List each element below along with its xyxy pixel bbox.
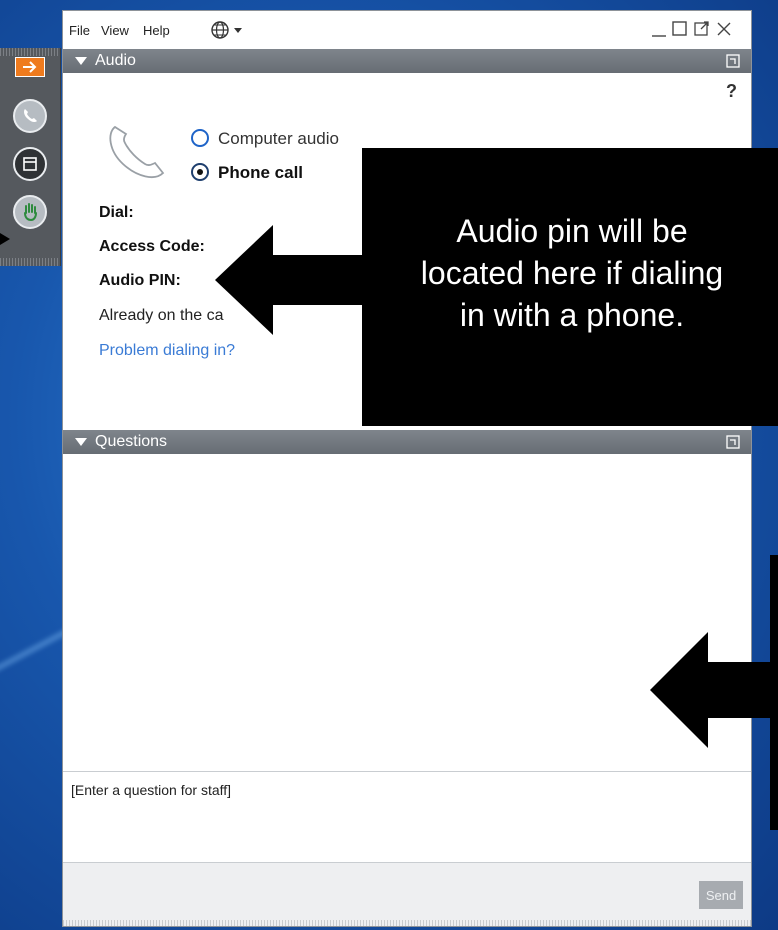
dock-grip-bottom[interactable]: [0, 258, 60, 266]
callout-arrow-left: [215, 225, 365, 335]
already-on-call-text: Already on the ca: [99, 307, 224, 324]
collapse-triangle-icon: [75, 57, 87, 65]
raise-hand-button[interactable]: [0, 190, 60, 234]
popout-icon[interactable]: [725, 434, 741, 450]
dashboard-button[interactable]: [0, 142, 60, 186]
questions-panel-header[interactable]: Questions: [63, 430, 751, 454]
question-input-placeholder: [Enter a question for staff]: [71, 782, 232, 798]
popout-icon[interactable]: [725, 53, 741, 69]
globe-icon: [211, 21, 242, 39]
questions-log: [63, 460, 751, 770]
dial-label: Dial:: [99, 204, 134, 221]
audio-pin-label: Audio PIN:: [99, 272, 181, 289]
access-code-label: Access Code:: [99, 238, 205, 255]
questions-callout-edge: [770, 555, 778, 830]
menu-file[interactable]: File: [69, 23, 90, 38]
menu-help[interactable]: Help: [143, 23, 170, 38]
phone-icon: [109, 125, 165, 178]
question-input[interactable]: [Enter a question for staff]: [63, 771, 751, 863]
audio-panel-title: Audio: [95, 52, 136, 69]
collapse-triangle-icon: [75, 438, 87, 446]
window-icon: [13, 147, 47, 181]
computer-audio-radio[interactable]: [191, 129, 209, 147]
language-menu[interactable]: [210, 19, 250, 44]
audio-pin-callout-text: Audio pin will be located here if dialin…: [420, 213, 724, 333]
questions-footer: Send: [63, 863, 751, 926]
computer-audio-label[interactable]: Computer audio: [218, 129, 339, 149]
audio-pin-callout: Audio pin will be located here if dialin…: [362, 148, 778, 426]
audio-panel-button[interactable]: [0, 94, 60, 138]
chevron-down-icon: [234, 28, 242, 33]
collapse-panel-button[interactable]: [0, 52, 60, 82]
menu-bar: File View Help: [63, 11, 751, 49]
raise-hand-icon: [13, 195, 47, 229]
phone-call-radio[interactable]: [191, 163, 209, 181]
send-button[interactable]: Send: [699, 881, 743, 909]
close-icon[interactable]: [715, 19, 733, 39]
callout-arrow-left-2: [650, 632, 778, 748]
window-resize-grip[interactable]: [63, 920, 751, 926]
problem-dialing-link[interactable]: Problem dialing in?: [99, 342, 235, 360]
audio-help-button[interactable]: ?: [726, 81, 737, 102]
minimize-icon[interactable]: [651, 19, 667, 39]
arrow-right-icon: [15, 57, 45, 77]
menu-view[interactable]: View: [101, 23, 129, 38]
audio-panel-header[interactable]: Audio: [63, 49, 751, 73]
phone-call-label[interactable]: Phone call: [218, 163, 303, 183]
popout-icon[interactable]: [693, 19, 711, 39]
phone-icon: [13, 99, 47, 133]
maximize-icon[interactable]: [671, 19, 689, 39]
pointer-arrow: [0, 233, 10, 245]
questions-panel-title: Questions: [95, 433, 168, 450]
